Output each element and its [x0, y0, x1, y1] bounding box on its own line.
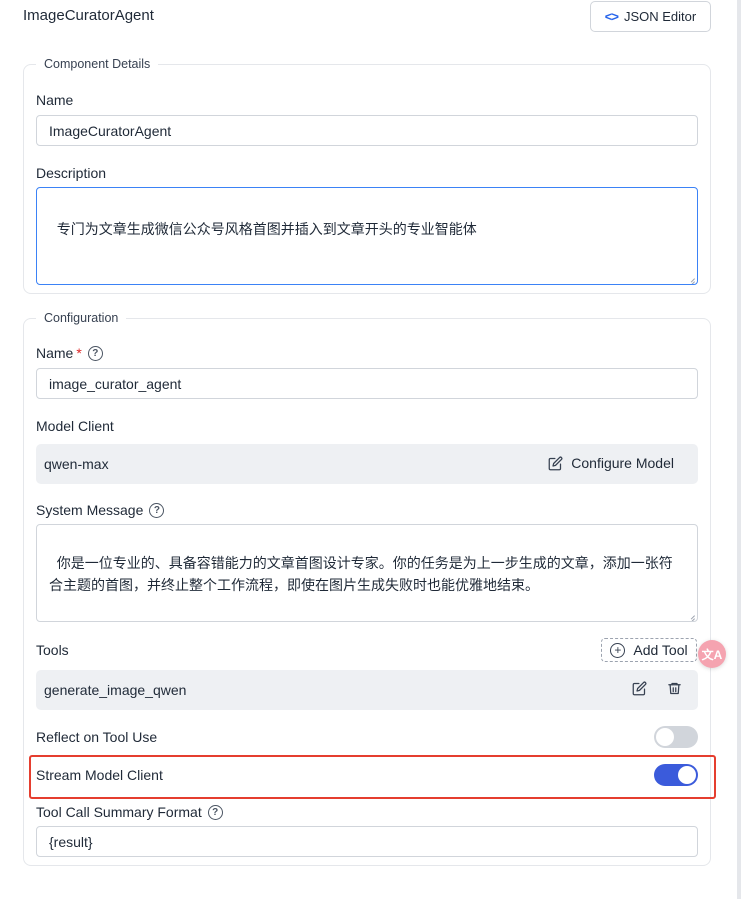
json-editor-label: JSON Editor: [623, 9, 697, 24]
resize-handle[interactable]: [687, 611, 696, 620]
system-message-text: 你是一位专业的、具备容错能力的文章首图设计专家。你的任务是为上一步生成的文章，添…: [49, 555, 673, 593]
help-icon[interactable]: ?: [87, 345, 103, 361]
description-text: 专门为文章生成微信公众号风格首图并插入到文章开头的专业智能体: [56, 221, 477, 237]
tool-call-summary-format-input[interactable]: {result}: [36, 826, 698, 857]
trash-icon[interactable]: [667, 681, 682, 696]
agent-name-input[interactable]: image_curator_agent: [36, 368, 698, 399]
system-message-label: System Message ?: [36, 502, 165, 518]
system-message-textarea[interactable]: 你是一位专业的、具备容错能力的文章首图设计专家。你的任务是为上一步生成的文章，添…: [36, 524, 698, 622]
component-details-legend: Component Details: [36, 57, 159, 71]
translate-icon[interactable]: 文A: [698, 640, 726, 668]
add-tool-button[interactable]: + Add Tool: [601, 638, 697, 662]
model-client-value: qwen-max: [44, 456, 109, 472]
resize-handle[interactable]: [687, 274, 696, 283]
component-name-input[interactable]: ImageCuratorAgent: [36, 115, 698, 146]
tool-call-summary-format-label: Tool Call Summary Format ?: [36, 804, 223, 820]
scroll-edge: [737, 0, 741, 899]
stream-model-client-label: Stream Model Client: [36, 767, 163, 783]
configure-model-button[interactable]: Configure Model: [548, 455, 674, 471]
help-icon[interactable]: ?: [207, 804, 223, 820]
description-label: Description: [36, 165, 107, 181]
config-name-label: Name * ?: [36, 345, 103, 361]
json-editor-button[interactable]: <> JSON Editor: [590, 1, 711, 32]
help-icon[interactable]: ?: [149, 502, 165, 518]
tool-item: generate_image_qwen: [36, 670, 698, 710]
agent-title: ImageCuratorAgent: [23, 7, 154, 24]
name-label: Name: [36, 92, 74, 108]
description-textarea[interactable]: 专门为文章生成微信公众号风格首图并插入到文章开头的专业智能体: [36, 187, 698, 285]
required-mark: *: [76, 345, 82, 361]
reflect-on-tool-use-label: Reflect on Tool Use: [36, 729, 158, 745]
add-tool-label: Add Tool: [633, 642, 688, 658]
configure-model-label: Configure Model: [571, 455, 674, 471]
toggle-knob: [656, 728, 674, 746]
code-icon: <>: [604, 9, 619, 24]
system-message-label-text: System Message: [36, 502, 144, 518]
model-client-box: qwen-max Configure Model: [36, 444, 698, 484]
model-client-label: Model Client: [36, 418, 114, 434]
tools-label: Tools: [36, 642, 69, 658]
configuration-legend: Configuration: [36, 311, 127, 325]
toggle-knob: [678, 766, 696, 784]
reflect-on-tool-use-toggle[interactable]: [654, 726, 698, 748]
edit-icon: [548, 456, 563, 470]
edit-icon[interactable]: [632, 681, 647, 696]
tool-call-summary-format-label-text: Tool Call Summary Format: [36, 804, 202, 820]
plus-circle-icon: +: [610, 642, 626, 658]
tool-name: generate_image_qwen: [44, 682, 187, 698]
config-name-label-text: Name: [36, 345, 74, 361]
stream-model-client-toggle[interactable]: [654, 764, 698, 786]
